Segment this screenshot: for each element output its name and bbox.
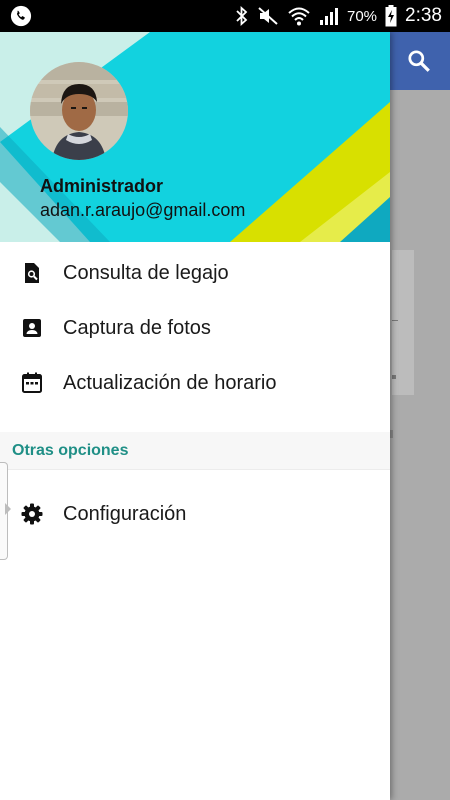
document-search-icon — [25, 263, 39, 283]
menu-item-actualizacion-de-horario[interactable]: Actualización de horario — [0, 356, 390, 410]
menu-item-label: Configuración — [63, 502, 187, 525]
search-icon[interactable] — [406, 48, 432, 74]
calendar-icon — [22, 372, 42, 393]
background-text-fragment — [390, 430, 393, 438]
battery-charging-icon — [385, 5, 397, 27]
avatar[interactable] — [30, 62, 128, 160]
navigation-drawer: Administrador adan.r.araujo@gmail.com Co… — [0, 32, 390, 800]
menu-item-configuracion[interactable]: Configuración — [0, 487, 390, 541]
background-text-fragment — [392, 320, 398, 321]
menu-item-label: Actualización de horario — [63, 371, 277, 394]
menu-item-label: Captura de fotos — [63, 316, 211, 339]
menu-item-captura-de-fotos[interactable]: Captura de fotos — [0, 301, 390, 355]
user-photo — [30, 62, 128, 160]
background-text-fragment — [392, 375, 396, 379]
contact-card-icon — [23, 319, 41, 337]
menu-item-consulta-de-legajo[interactable]: Consulta de legajo — [0, 246, 390, 300]
clock: 2:38 — [405, 5, 442, 26]
background-card — [392, 250, 414, 395]
handle-notch — [5, 503, 11, 515]
mute-icon — [258, 7, 278, 25]
bluetooth-icon — [236, 6, 248, 26]
gear-icon — [21, 503, 43, 525]
phone-icon — [10, 5, 32, 27]
section-label: Otras opciones — [12, 442, 129, 459]
wifi-icon — [288, 7, 310, 26]
signal-icon — [319, 8, 338, 25]
user-name: Administrador — [40, 176, 164, 196]
edge-drag-handle[interactable] — [0, 462, 11, 560]
status-bar: 70% 2:38 — [0, 0, 450, 32]
section-header-otras-opciones: Otras opciones — [0, 432, 390, 470]
menu-item-label: Consulta de legajo — [63, 261, 229, 284]
user-email: adan.r.araujo@gmail.com — [40, 200, 246, 220]
battery-percent: 70% — [346, 7, 378, 25]
drawer-header: Administrador adan.r.araujo@gmail.com — [0, 32, 390, 242]
